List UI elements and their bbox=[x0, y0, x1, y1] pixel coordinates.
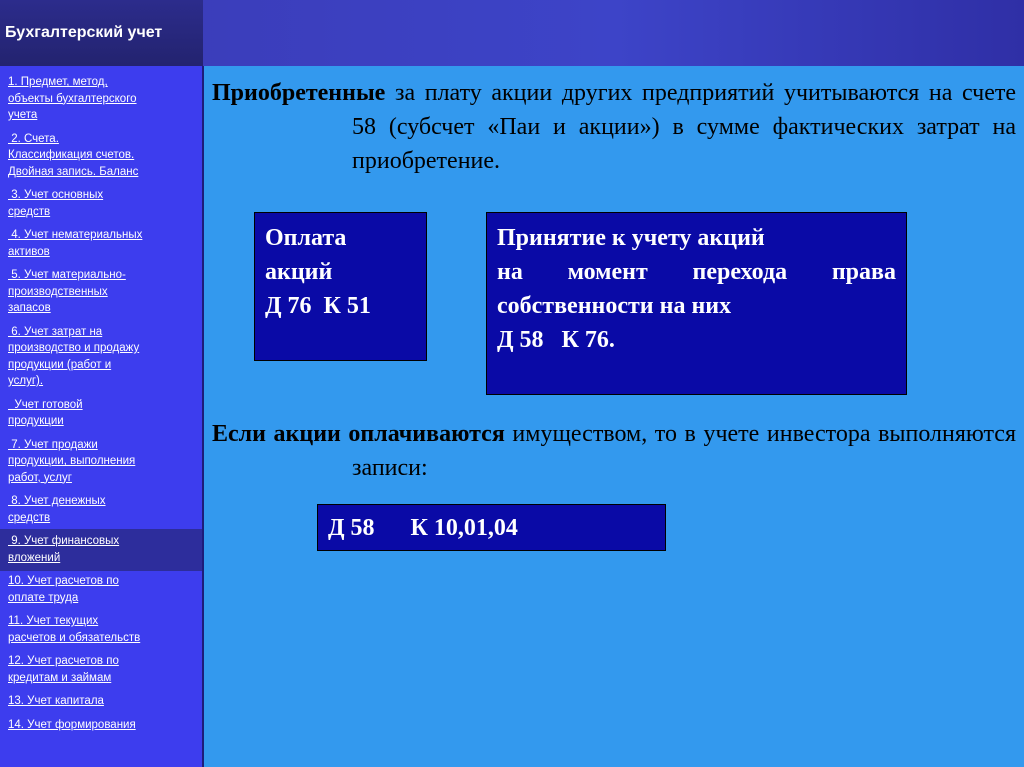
sidebar-item-line: запасов bbox=[8, 302, 51, 314]
sidebar-item-line: работ, услуг bbox=[8, 471, 72, 484]
sidebar-item-line: продукции (работ и bbox=[8, 358, 112, 371]
sidebar-item-line: продукции, выполнения bbox=[8, 455, 136, 467]
payment-line2: акций bbox=[265, 259, 333, 285]
sidebar-item-line: Двойная запись. Баланс bbox=[8, 165, 139, 178]
sidebar-item-line: Классификация счетов. bbox=[8, 149, 135, 161]
paragraph-property-payment: Если акции оплачиваются имуществом, то в… bbox=[212, 417, 1016, 485]
sidebar-item-line: активов bbox=[8, 245, 50, 258]
sidebar-item-line: 6. Учет затрат на bbox=[8, 325, 103, 338]
sidebar-item-line: кредитам и займам bbox=[8, 671, 112, 684]
sidebar-item-line: 3. Учет основных bbox=[8, 189, 104, 201]
sidebar-item-10[interactable]: 9. Учет финансовых вложений bbox=[8, 533, 194, 566]
sidebar-item-5[interactable]: 5. Учет материально-производственных запа… bbox=[8, 267, 194, 317]
sidebar-item-2[interactable]: 2. Счета. Классификация счетов. Двойная за… bbox=[8, 131, 194, 181]
main-content: Приобретенные за плату акции других пред… bbox=[212, 76, 1016, 178]
sidebar-item-line: 12. Учет расчетов по bbox=[8, 655, 119, 667]
payment-line1: Оплата bbox=[265, 225, 347, 251]
sidebar: 1. Предмет, метод, объекты бухгалтерского… bbox=[0, 66, 204, 767]
sidebar-item-line: Учет готовой bbox=[8, 398, 83, 411]
sidebar-item-line: 9. Учет финансовых bbox=[8, 535, 120, 547]
sidebar-item-line: 10. Учет расчетов по bbox=[8, 575, 119, 587]
sidebar-item-line: 8. Учет денежных bbox=[8, 495, 106, 507]
sidebar-item-line: оплате труда bbox=[8, 591, 79, 604]
sidebar-item-12[interactable]: 11. Учет текущих расчетов и обязательств bbox=[8, 613, 194, 646]
para1-bold: Приобретенные bbox=[212, 80, 386, 106]
sidebar-item-line: расчетов и обязательств bbox=[8, 631, 141, 644]
nav-list: 1. Предмет, метод, объекты бухгалтерского… bbox=[8, 74, 194, 733]
sidebar-item-1[interactable]: 1. Предмет, метод, объекты бухгалтерского… bbox=[8, 74, 194, 124]
sidebar-item-line: производственных bbox=[8, 285, 108, 298]
sidebar-item-7[interactable]: Учет готовой продукции bbox=[8, 397, 194, 430]
sidebar-item-line: 7. Учет продажи bbox=[8, 438, 98, 451]
investor-entry-text: Д 58 К 10,01,04 bbox=[328, 515, 518, 541]
sidebar-item-line: 11. Учет текущих bbox=[8, 615, 99, 627]
sidebar-item-line: учета bbox=[8, 109, 38, 121]
sidebar-item-line: 2. Счета. bbox=[8, 132, 59, 145]
main-content-lower: Если акции оплачиваются имуществом, то в… bbox=[212, 417, 1016, 485]
sidebar-item-4[interactable]: 4. Учет нематериальных активов bbox=[8, 227, 194, 260]
sidebar-item-15[interactable]: 14. Учет формирования bbox=[8, 717, 194, 734]
sidebar-item-line: средств bbox=[8, 511, 51, 524]
sidebar-item-14[interactable]: 13. Учет капитала bbox=[8, 693, 194, 710]
acceptance-line1: Принятие к учету акций bbox=[497, 225, 765, 251]
sidebar-item-line: 14. Учет формирования bbox=[8, 718, 136, 731]
sidebar-item-line: объекты бухгалтерского bbox=[8, 92, 137, 105]
app-title: Бухгалтерский учет bbox=[0, 0, 203, 66]
acceptance-line3: Д 58 К 76. bbox=[497, 327, 615, 353]
para1-rest: за плату акции других предприятий учитыв… bbox=[352, 80, 1016, 174]
sidebar-item-line: 13. Учет капитала bbox=[8, 695, 104, 707]
sidebar-item-3[interactable]: 3. Учет основных средств bbox=[8, 187, 194, 220]
sidebar-item-6[interactable]: 6. Учет затрат на производство и продажу п… bbox=[8, 324, 194, 390]
payment-line3: Д 76 К 51 bbox=[265, 293, 371, 319]
sidebar-item-line: вложений bbox=[8, 551, 61, 564]
acceptance-line2: на момент перехода права собственности н… bbox=[497, 259, 896, 319]
sidebar-item-9[interactable]: 8. Учет денежных средств bbox=[8, 493, 194, 526]
sidebar-item-line: продукции bbox=[8, 415, 64, 427]
payment-entry-box: Оплата акций Д 76 К 51 bbox=[254, 212, 427, 361]
sidebar-item-line: средств bbox=[8, 205, 51, 218]
sidebar-item-8[interactable]: 7. Учет продажи продукции, выполнения рабо… bbox=[8, 437, 194, 487]
sidebar-item-line: 4. Учет нематериальных bbox=[8, 229, 143, 241]
para2-bold: Если акции оплачиваются bbox=[212, 421, 505, 447]
sidebar-item-line: 5. Учет материально- bbox=[8, 269, 126, 281]
paragraph-purchased-shares: Приобретенные за плату акции других пред… bbox=[212, 76, 1016, 178]
sidebar-item-line: услуг). bbox=[8, 375, 44, 387]
investor-entry-box: Д 58 К 10,01,04 bbox=[317, 504, 666, 551]
sidebar-item-11[interactable]: 10. Учет расчетов по оплате труда bbox=[8, 573, 194, 606]
sidebar-item-line: производство и продажу bbox=[8, 342, 140, 354]
sidebar-item-13[interactable]: 12. Учет расчетов по кредитам и займам bbox=[8, 653, 194, 686]
acceptance-entry-box: Принятие к учету акций на момент переход… bbox=[486, 212, 907, 395]
sidebar-item-line: 1. Предмет, метод, bbox=[8, 76, 108, 88]
